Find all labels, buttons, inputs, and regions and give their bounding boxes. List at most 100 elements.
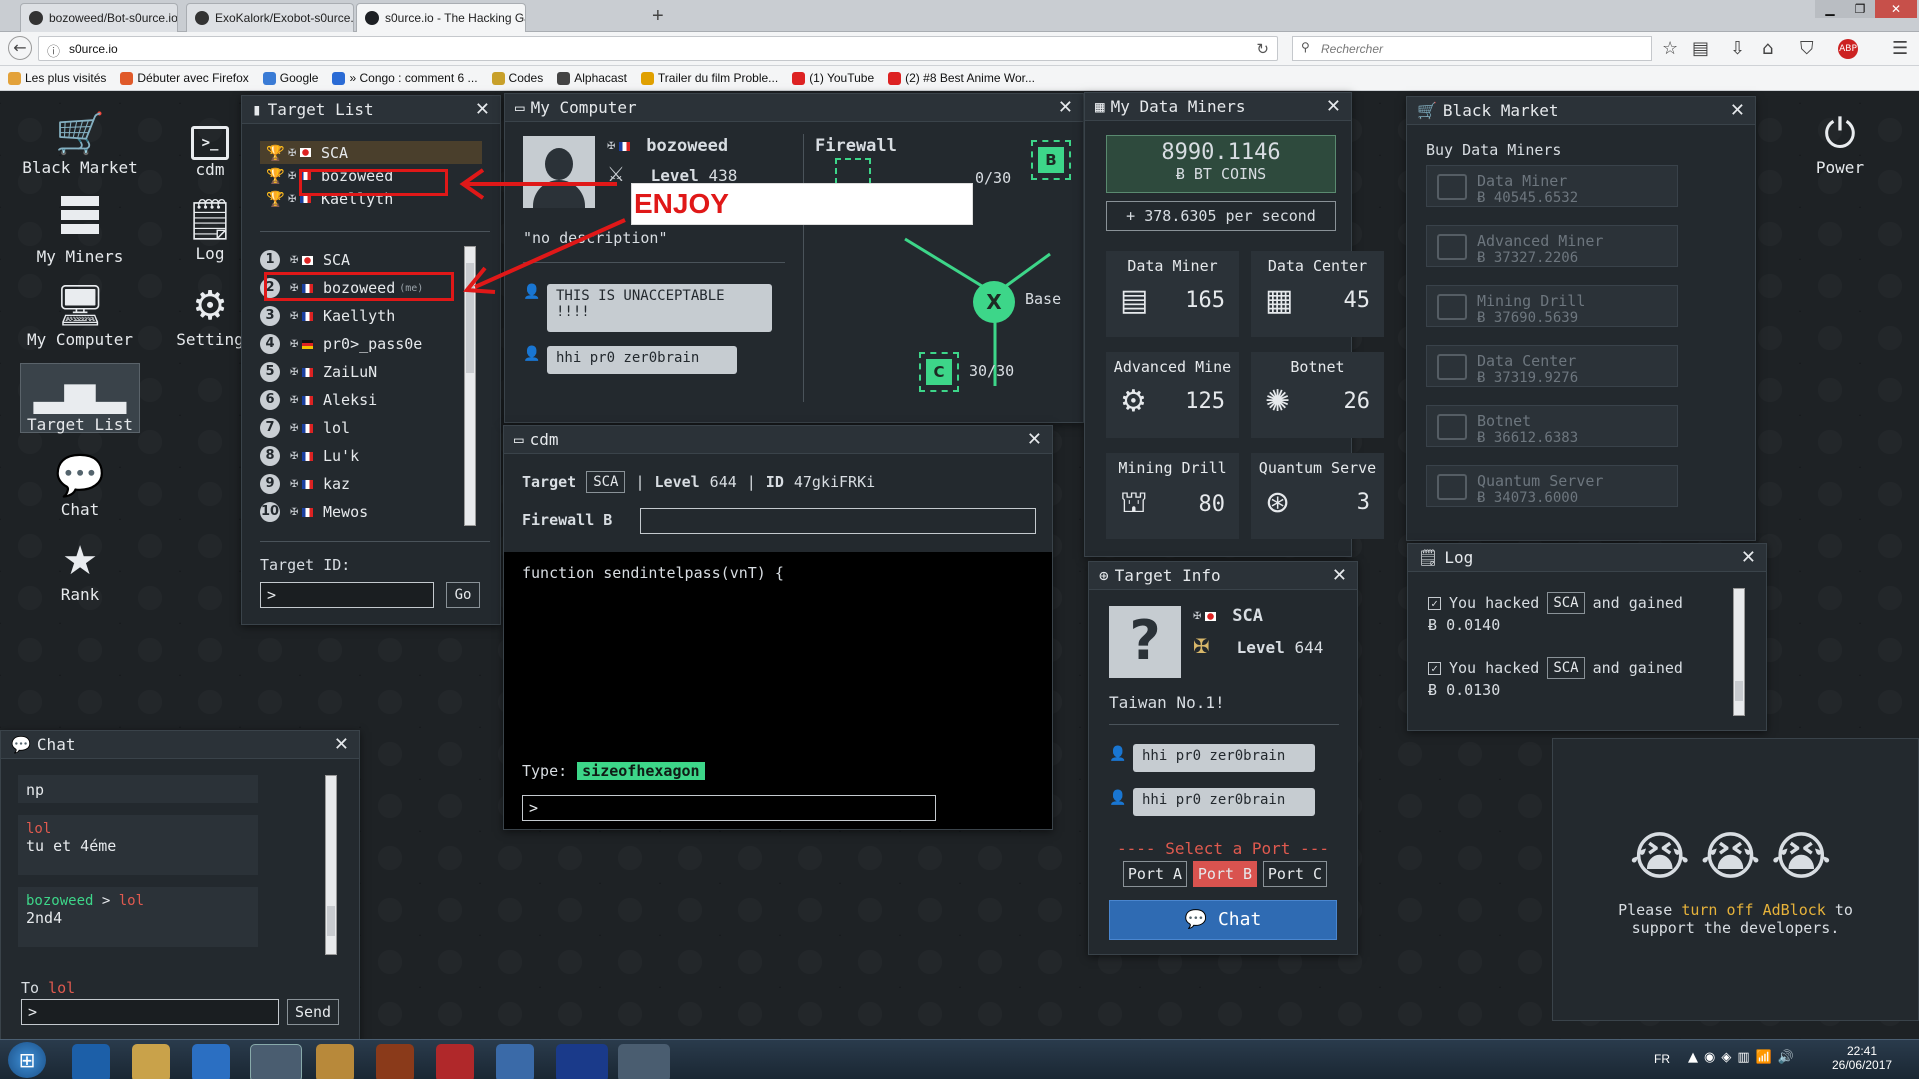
chat-button[interactable]: 💬 Chat [1109, 900, 1337, 940]
checkbox-icon[interactable]: ✓ [1428, 596, 1441, 610]
bookmark-item[interactable]: Alphacast [557, 71, 627, 85]
reading-list-icon[interactable]: ▤ [1692, 38, 1709, 59]
target-id-input[interactable]: > [260, 582, 434, 608]
port-c-node[interactable]: C [919, 352, 959, 392]
browser-tab-active[interactable]: s0urce.io - The Hacking Gam ✕ [356, 3, 526, 32]
new-tab-button[interactable]: + [652, 5, 664, 28]
nav-my-computer[interactable]: 🖥 My Computer [20, 282, 140, 349]
nav-black-market[interactable]: 🛒 Black Market [20, 110, 140, 177]
window-header[interactable]: ▦ My Data Miners ✕ [1085, 93, 1351, 121]
search-input[interactable]: ⚲ Rechercher [1292, 36, 1652, 61]
bookmark-item[interactable]: (1) YouTube [792, 71, 874, 85]
cdm-input[interactable]: > [522, 795, 936, 821]
scrollbar[interactable] [325, 775, 337, 955]
port-b-button[interactable]: Port B [1193, 861, 1257, 887]
scrollbar-thumb[interactable] [1735, 681, 1743, 701]
rank-row[interactable]: 5 ✠ ZaiLuN [260, 358, 482, 386]
window-header[interactable]: ⊕ Target Info ✕ [1089, 562, 1357, 590]
app-icon[interactable] [376, 1044, 414, 1079]
rank-row[interactable]: 1 ✠ SCA [260, 246, 482, 274]
rank-row[interactable]: 9 ✠ kaz [260, 470, 482, 498]
bookmark-item[interactable]: (2) #8 Best Anime Wor... [888, 71, 1035, 85]
clock[interactable]: 22:41 26/06/2017 [1832, 1044, 1892, 1072]
go-button[interactable]: Go [446, 582, 480, 608]
bookmark-item[interactable]: Codes [491, 71, 543, 85]
bookmark-item[interactable]: Trailer du film Proble... [640, 71, 778, 85]
close-icon[interactable]: ✕ [475, 99, 490, 120]
app-icon[interactable] [192, 1044, 230, 1079]
tray-icons[interactable]: ▲◉◈▥📶🔊 [1688, 1050, 1800, 1065]
rank-row[interactable]: 4 ✠ pr0>_pass0e [260, 330, 482, 358]
port-c-button[interactable]: Port C [1263, 861, 1327, 887]
rank-row[interactable]: 10 ✠ Mewos [260, 498, 482, 526]
browser-tab[interactable]: bozoweed/Bot-s0urce.io: be ✕ [20, 3, 178, 32]
port-b-node[interactable]: B [1031, 140, 1071, 180]
nav-rank[interactable]: ★ Rank [20, 537, 140, 604]
chat-input[interactable]: > [21, 999, 279, 1025]
rank-row[interactable]: 7 ✠ lol [260, 414, 482, 442]
window-header[interactable]: ▭ cdm ✕ [504, 426, 1052, 454]
bookmark-item[interactable]: Google [262, 71, 318, 85]
menu-icon[interactable]: ☰ [1892, 38, 1908, 59]
home-icon[interactable]: ⌂ [1762, 38, 1773, 59]
black-market-item[interactable]: Mining Drill Ƀ 37690.5639 [1426, 285, 1678, 327]
blizzard-icon[interactable] [556, 1044, 608, 1079]
folder-icon[interactable] [132, 1044, 170, 1079]
black-market-item[interactable]: Quantum Server Ƀ 34073.6000 [1426, 465, 1678, 507]
nav-my-miners[interactable]: My Miners [20, 196, 140, 266]
window-header[interactable]: ▮ Target List ✕ [242, 96, 500, 124]
close-icon[interactable]: ✕ [1058, 97, 1073, 118]
app-icon[interactable] [496, 1044, 534, 1079]
power-button[interactable]: ⏻ Power [1780, 110, 1900, 177]
reload-icon[interactable]: ↻ [1256, 40, 1269, 58]
rank-row[interactable]: 3 ✠ Kaellyth [260, 302, 482, 330]
black-market-item[interactable]: Data Miner Ƀ 40545.6532 [1426, 165, 1678, 207]
window-header[interactable]: 🛒 Black Market ✕ [1407, 97, 1755, 125]
base-node[interactable]: X [973, 281, 1015, 323]
app-icon[interactable] [436, 1044, 474, 1079]
scrollbar-thumb[interactable] [327, 906, 335, 936]
black-market-item[interactable]: Data Center Ƀ 37319.9276 [1426, 345, 1678, 387]
close-icon[interactable]: ✕ [1741, 547, 1756, 568]
language-indicator[interactable]: FR [1654, 1052, 1670, 1066]
close-icon[interactable]: ✕ [1332, 565, 1347, 586]
nav-chat[interactable]: 💬 Chat [20, 452, 140, 519]
chat-user[interactable]: bozoweed [26, 893, 93, 909]
window-header[interactable]: 🗒 Log ✕ [1408, 544, 1766, 572]
bookmark-star-icon[interactable]: ☆ [1662, 38, 1678, 59]
close-icon[interactable]: ✕ [334, 734, 349, 755]
minimize-button[interactable]: ▁ [1815, 0, 1845, 18]
top-target-row[interactable]: 🏆 ✠ SCA [260, 141, 482, 164]
chat-recipient[interactable]: lol [119, 893, 144, 909]
adblock-link[interactable]: turn off AdBlock [1681, 901, 1826, 919]
back-icon[interactable]: ← [8, 36, 32, 60]
nav-target-list[interactable]: ▂▅▂ Target List [20, 363, 140, 434]
black-market-item[interactable]: Advanced Miner Ƀ 37327.2206 [1426, 225, 1678, 267]
chat-user[interactable]: lol [26, 821, 250, 837]
rank-row[interactable]: 6 ✠ Aleksi [260, 386, 482, 414]
browser-tab[interactable]: ExoKalork/Exobot-s0urce.io: ✕ [186, 3, 354, 32]
window-header[interactable]: ▭ My Computer ✕ [505, 94, 1083, 122]
close-window-button[interactable]: ✕ [1875, 0, 1917, 18]
checkbox-icon[interactable]: ✓ [1428, 661, 1441, 675]
url-bar[interactable]: ⓘ s0urce.io ↻ [38, 36, 1278, 61]
firefox-icon[interactable] [250, 1044, 302, 1079]
port-a-button[interactable]: Port A [1123, 861, 1187, 887]
close-icon[interactable]: ✕ [1326, 96, 1341, 117]
bookmark-item[interactable]: » Congo : comment 6 ... [332, 71, 478, 85]
ie-icon[interactable] [72, 1044, 110, 1079]
rank-row[interactable]: 8 ✠ Lu'k [260, 442, 482, 470]
send-button[interactable]: Send [287, 999, 339, 1025]
black-market-item[interactable]: Botnet Ƀ 36612.6383 [1426, 405, 1678, 447]
adblock-icon[interactable]: ABP [1838, 39, 1858, 59]
app-icon[interactable] [618, 1044, 670, 1079]
download-icon[interactable]: ⇩ [1730, 38, 1745, 59]
scrollbar[interactable] [1733, 588, 1745, 716]
pocket-icon[interactable]: ⛉ [1800, 38, 1814, 59]
bookmark-item[interactable]: Les plus visités [8, 71, 106, 85]
close-icon[interactable]: ✕ [1027, 429, 1042, 450]
close-icon[interactable]: ✕ [1730, 100, 1745, 121]
restore-button[interactable]: ❐ [1845, 0, 1875, 18]
bookmark-item[interactable]: Débuter avec Firefox [120, 71, 249, 85]
window-header[interactable]: 💬 Chat ✕ [1, 731, 359, 759]
